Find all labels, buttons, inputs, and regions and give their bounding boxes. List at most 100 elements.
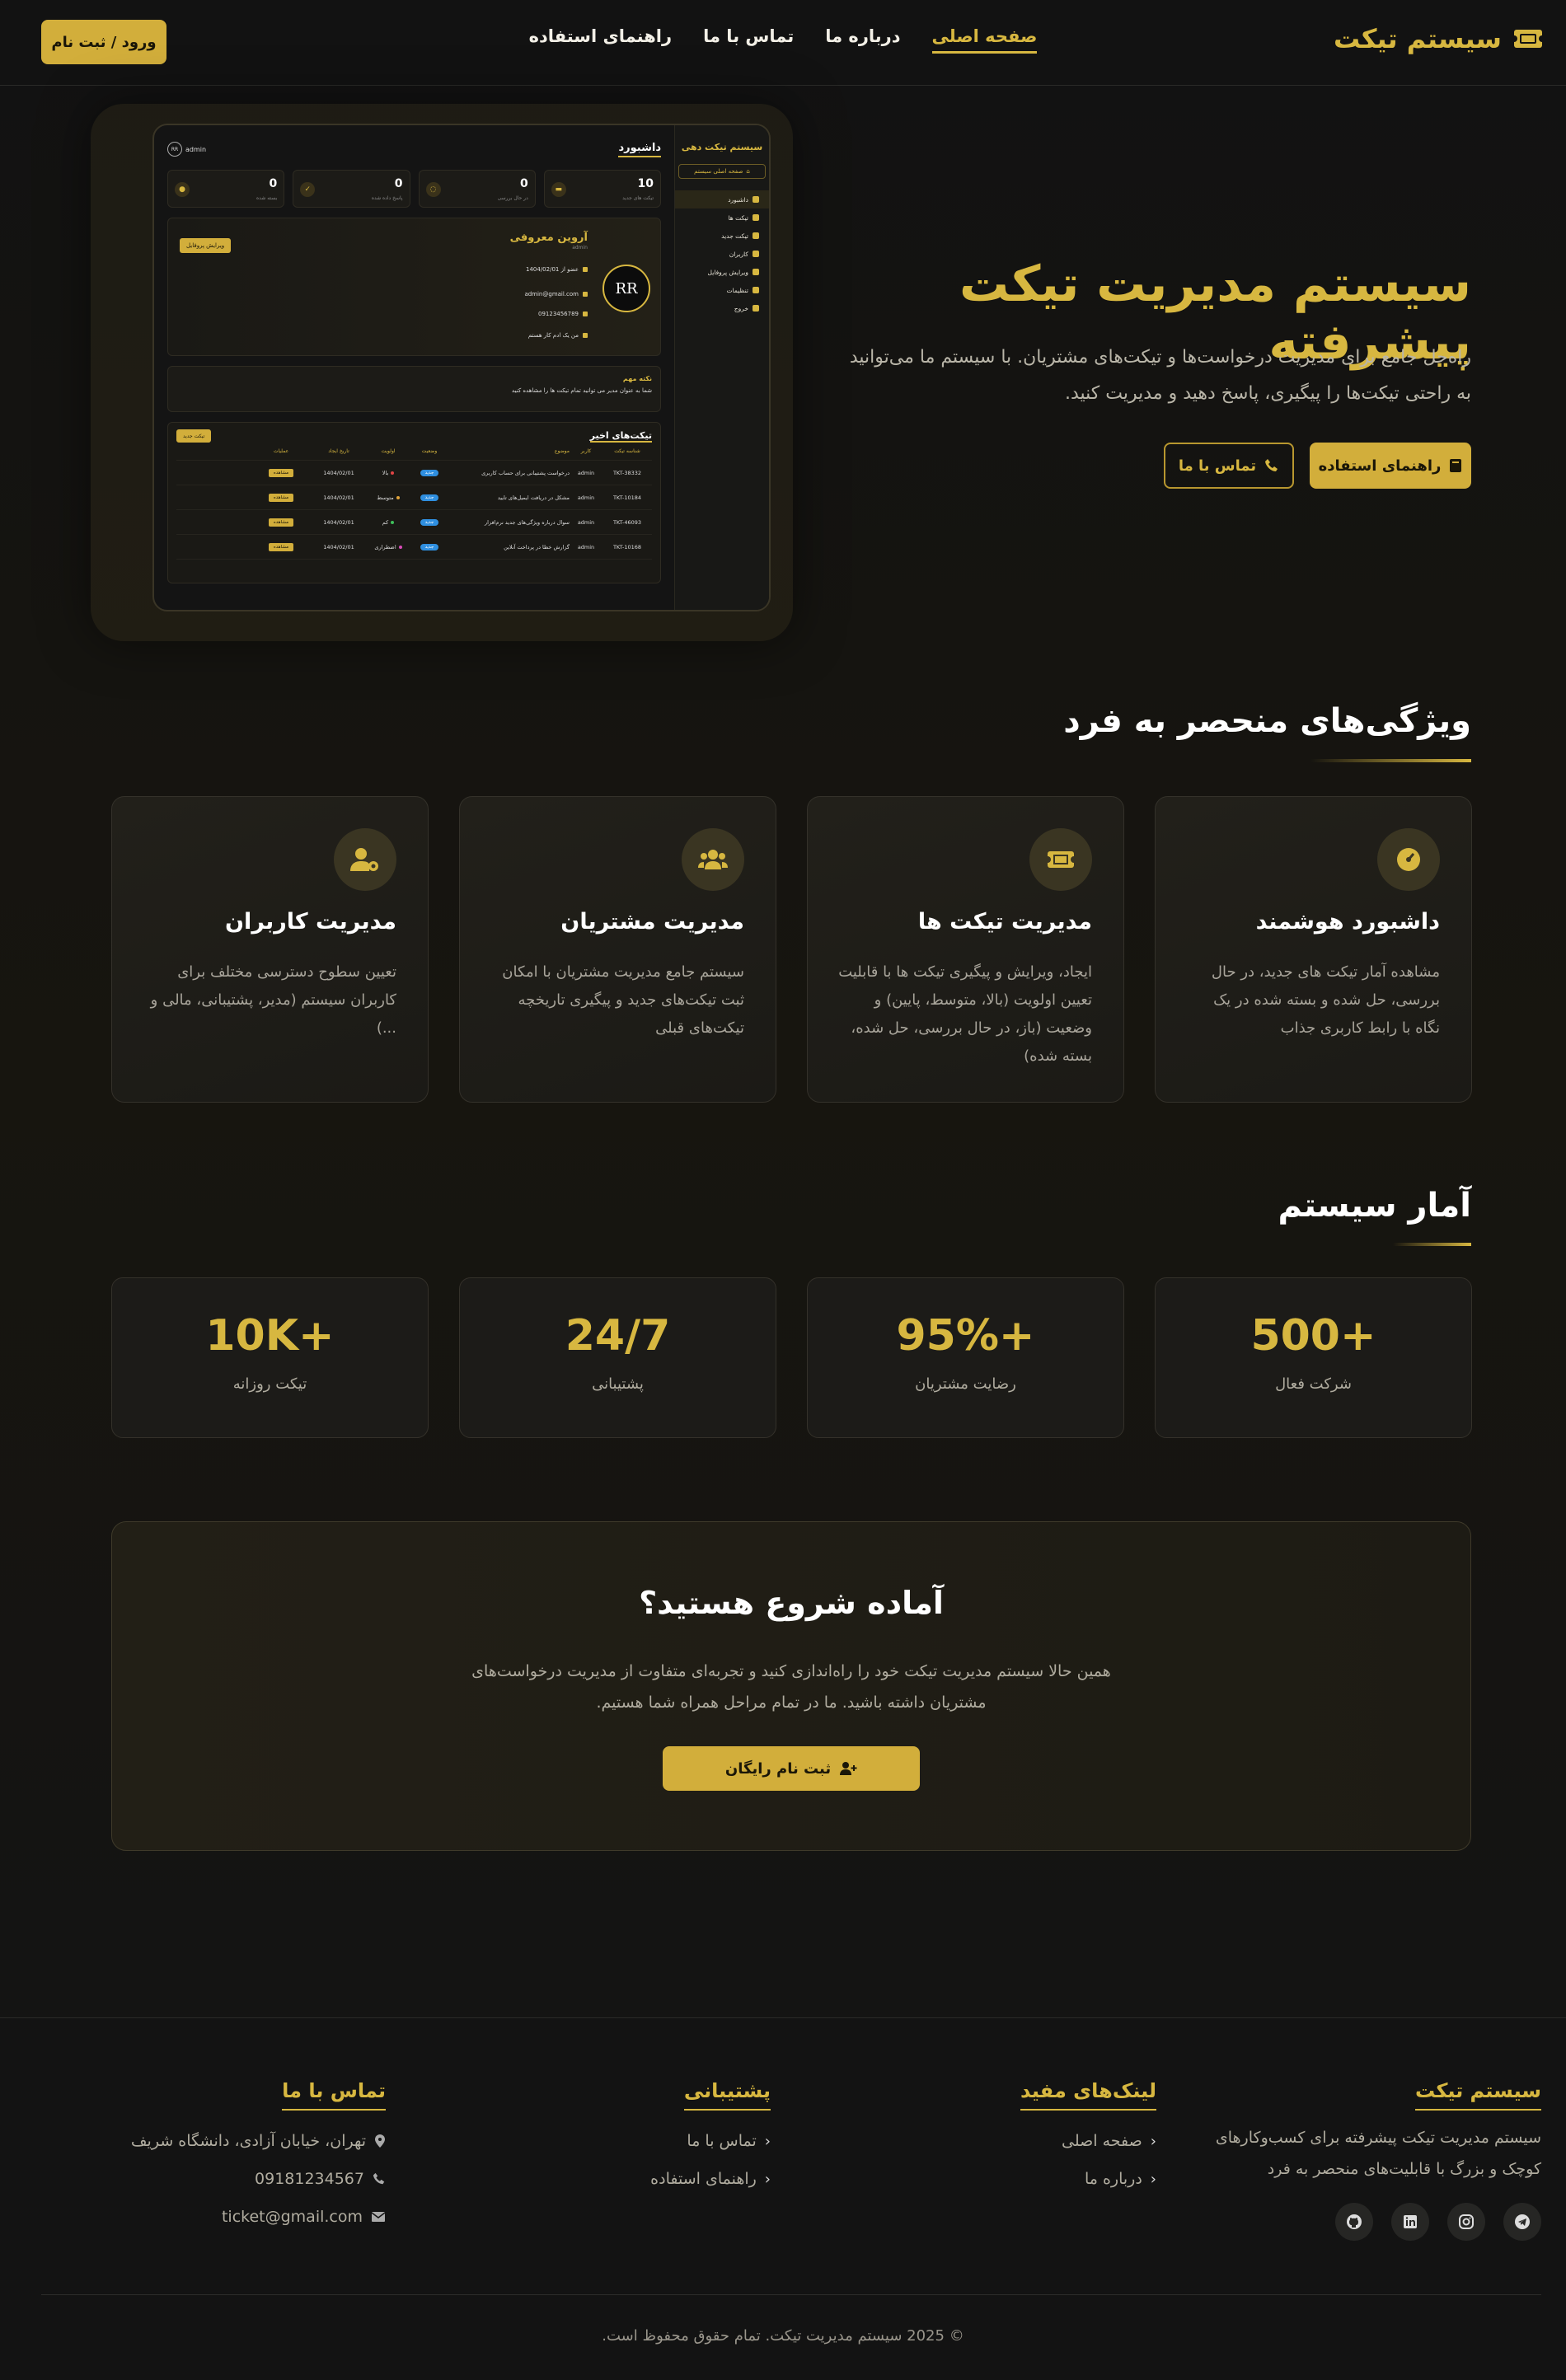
hero-description: راه‌حل جامع برای مدیریت درخواست‌ها و تیک… [849, 347, 1471, 404]
phone-icon [583, 312, 588, 316]
cta-title: آماده شروع هستید؟ [639, 1585, 944, 1621]
table-row: TKT-46093 admin سوال درباره ویژگی‌های جدید… [176, 510, 652, 535]
mockup-note: نکته مهم شما به عنوان مدیر می توانید تما… [167, 366, 661, 412]
mockup-menu-item: تیکت جدید [675, 227, 769, 245]
mockup-menu-item: تیکت ها [675, 208, 769, 227]
nav-guide[interactable]: راهنمای استفاده [529, 26, 673, 54]
users-icon [753, 251, 759, 257]
table-body: TKT-38332 admin درخواست پشتیبانی برای حساب… [176, 461, 652, 560]
recent-tickets-title: تیکت‌های اخیر [589, 429, 652, 443]
profile-role: admin [572, 245, 588, 251]
profile-name: آروین معروفی [509, 232, 588, 244]
telegram-icon[interactable] [1503, 2203, 1541, 2241]
info-icon [583, 333, 588, 338]
status-badge: جدید [420, 494, 439, 501]
priority-dot [396, 495, 400, 499]
dashboard-icon [753, 196, 759, 203]
table-row: TKT-10168 admin گزارش خطا در پرداخت آنلاین… [176, 535, 652, 560]
mockup-menu-item: خروج [675, 299, 769, 317]
priority-dot [391, 471, 395, 475]
user-cog-icon [334, 828, 396, 891]
mockup-stats: 10 تیکت های جدید ▬ 0 در حال بررسی ◌ 0 پاسخ دا… [167, 170, 661, 208]
footer-link-contact[interactable]: ‹ تماس با ما [573, 2122, 771, 2160]
note-title: نکته مهم [622, 375, 652, 382]
table-row: TKT-10184 admin مشکل در دریافت ایمیل‌های ت… [176, 485, 652, 510]
note-body: شما به عنوان مدیر می توانید تمام تیکت ها… [511, 387, 652, 394]
mockup-menu-item: داشبورد [675, 190, 769, 208]
profile-email: admin@gmail.com [524, 291, 588, 298]
mockup-user: RR admin [167, 142, 206, 157]
contact-button[interactable]: تماس با ما [1164, 443, 1294, 489]
mockup-stat-card: 10 تیکت های جدید ▬ [543, 170, 661, 208]
mockup-brand: سیستم تیکت دهی [681, 142, 763, 152]
mockup-sidebar: سیستم تیکت دهی ⌂ صفحه اصلی سیستم داشبورد … [674, 125, 769, 610]
login-register-button[interactable]: ورود / ثبت نام [41, 20, 166, 64]
profile-logo: RR [602, 265, 650, 312]
mockup-stat-card: 0 در حال بررسی ◌ [418, 170, 536, 208]
github-icon[interactable] [1335, 2203, 1373, 2241]
mockup-home-link: ⌂ صفحه اصلی سیستم [678, 164, 766, 179]
dashboard-mockup: سیستم تیکت دهی ⌂ صفحه اصلی سیستم داشبورد … [152, 124, 771, 611]
guide-button[interactable]: راهنمای استفاده [1310, 443, 1471, 489]
view-button: مشاهده [268, 542, 294, 551]
instagram-icon[interactable] [1447, 2203, 1485, 2241]
check-icon: ✓ [300, 182, 316, 197]
table-header: شناسه تیکت کاربر موضوع وضعیت اولویت تاری… [176, 443, 652, 461]
footer-address: تهران، خیابان آزادی، دانشگاه شریف [105, 2122, 386, 2160]
dashboard-gauge-icon [1377, 828, 1440, 891]
footer-link-guide[interactable]: ‹ راهنمای استفاده [573, 2160, 771, 2198]
edit-profile-button: ویرایش پروفایل [180, 238, 232, 253]
footer-links-title: لینک‌های مفید [1020, 2079, 1156, 2111]
footer-about-text: سیستم مدیریت تیکت پیشرفته برای کسب‌وکاره… [1215, 2129, 1541, 2178]
mockup-stat-card: 0 پاسخ داده شده ✓ [293, 170, 410, 208]
footer-link-home[interactable]: ‹ صفحه اصلی [959, 2122, 1156, 2160]
footer-email: ticket@gmail.com [105, 2198, 386, 2236]
stat-card: 10K+ تیکت روزانه [111, 1277, 429, 1438]
footer-phone: 09181234567 [105, 2160, 386, 2198]
chevron-left-icon: ‹ [1150, 2132, 1156, 2150]
status-badge: جدید [420, 519, 439, 526]
footer-about-title: سیستم تیکت [1415, 2079, 1541, 2111]
ticket-icon [1029, 828, 1092, 891]
view-button: مشاهده [268, 518, 294, 527]
footer-links: لینک‌های مفید ‹ صفحه اصلی ‹ درباره ما [959, 2079, 1156, 2198]
copyright: © 2025 سیستم مدیریت تیکت. تمام حقوق محفو… [602, 2327, 964, 2345]
mockup-main: داشبورد RR admin 10 تیکت های جدید ▬ 0 در حال… [154, 125, 674, 610]
nav-home[interactable]: صفحه اصلی [931, 26, 1038, 54]
mockup-title: داشبورد [618, 142, 661, 157]
social-links [1212, 2203, 1541, 2241]
chevron-left-icon: ‹ [1150, 2170, 1156, 2188]
main-nav: صفحه اصلی درباره ما تماس با ما راهنمای ا… [0, 26, 1566, 54]
linkedin-icon[interactable] [1391, 2203, 1429, 2241]
logout-icon [753, 305, 759, 312]
free-signup-button[interactable]: ثبت نام رایگان [663, 1746, 920, 1791]
chevron-left-icon: ‹ [764, 2132, 771, 2150]
users-icon [682, 828, 744, 891]
nav-contact[interactable]: تماس با ما [703, 26, 794, 54]
book-icon [1449, 458, 1462, 473]
site-header: سیستم تیکت صفحه اصلی درباره ما تماس با م… [0, 0, 1566, 86]
phone-icon [1264, 458, 1279, 473]
mockup-menu-item: ویرایش پروفایل [675, 263, 769, 281]
map-pin-icon [374, 2134, 386, 2148]
stats-title: آمار سیستم [1278, 1187, 1471, 1225]
gear-icon [753, 287, 759, 293]
mockup-stat-card: 0 بسته شده ● [167, 170, 285, 208]
profile-bio: من یک ادم کار هستم [528, 332, 588, 339]
footer-contact-title: تماس با ما [282, 2079, 386, 2111]
home-icon: ⌂ [746, 168, 750, 175]
footer-link-about[interactable]: ‹ درباره ما [959, 2160, 1156, 2198]
mockup-recent-tickets: تیکت‌های اخیر تیکت جدید شناسه تیکت کاربر… [167, 422, 661, 583]
nav-about[interactable]: درباره ما [825, 26, 900, 54]
footer-about: سیستم تیکت سیستم مدیریت تیکت پیشرفته برا… [1212, 2079, 1541, 2241]
feature-card-customers: مدیریت مشتریان سیستم جامع مدیریت مشتریان… [459, 796, 776, 1103]
chevron-left-icon: ‹ [764, 2170, 771, 2188]
view-button: مشاهده [268, 468, 294, 477]
stat-card: 95%+ رضایت مشتریان [807, 1277, 1124, 1438]
user-edit-icon [753, 269, 759, 275]
features-title: ویژگی‌های منحصر به فرد [1063, 702, 1471, 740]
phone-icon [373, 2172, 386, 2186]
cta-section: آماده شروع هستید؟ همین حالا سیستم مدیریت… [111, 1521, 1471, 1851]
lock-icon: ● [175, 182, 190, 197]
feature-card-users: مدیریت کاربران تعیین سطوح دسترسی مختلف ب… [111, 796, 429, 1103]
